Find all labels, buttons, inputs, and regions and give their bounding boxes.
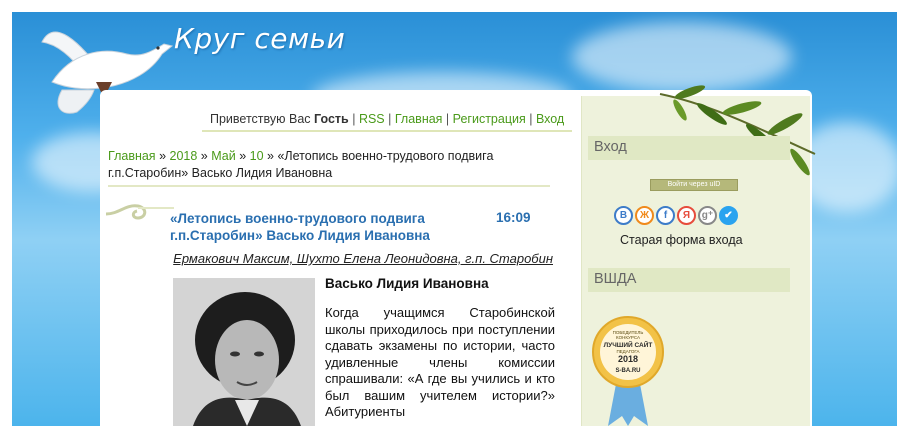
user-bar: Приветствую Вас Гость | RSS | Главная | … xyxy=(202,110,573,132)
uid-login-button[interactable]: Войти через uID xyxy=(650,179,738,191)
google-plus-icon[interactable]: g⁺ xyxy=(698,206,717,225)
breadcrumb-home[interactable]: Главная xyxy=(108,149,156,163)
entry-time: 16:09 xyxy=(496,210,531,225)
badge-line3: ЛУЧШИЙ САЙТ xyxy=(604,340,653,349)
breadcrumb-month[interactable]: Май xyxy=(211,149,236,163)
breadcrumb-separator: » xyxy=(239,149,247,163)
breadcrumb-separator: » xyxy=(200,149,208,163)
entry-authors: Ермакович Максим, Шухто Елена Леонидовна… xyxy=(173,251,553,266)
facebook-icon[interactable]: f xyxy=(656,206,675,225)
breadcrumb-separator: » xyxy=(159,149,167,163)
social-login-row: В Жf Яg⁺ ✔ xyxy=(614,206,738,225)
greeting-text: Приветствую Вас xyxy=(210,112,311,126)
old-login-form-link[interactable]: Старая форма входа xyxy=(620,233,743,247)
award-badge-icon[interactable]: ПОБЕДИТЕЛЬ КОНКУРСА ЛУЧШИЙ САЙТ ПЕДАГОГА… xyxy=(592,306,664,426)
divider xyxy=(108,185,550,187)
separator: | xyxy=(445,112,450,126)
login-link[interactable]: Вход xyxy=(536,112,564,126)
sidebar-heading-vshda: ВШДА xyxy=(588,268,790,292)
site-title[interactable]: Круг семьи xyxy=(174,22,345,55)
breadcrumb-day[interactable]: 10 xyxy=(250,149,264,163)
odnoklassniki-icon[interactable]: Ж xyxy=(635,206,654,225)
register-link[interactable]: Регистрация xyxy=(453,112,526,126)
breadcrumb: Главная » 2018 » Май » 10 » «Летопись во… xyxy=(108,148,558,182)
entry-title[interactable]: «Летопись военно-трудового подвига г.п.С… xyxy=(170,210,470,244)
portrait-photo xyxy=(173,278,315,426)
portrait-image xyxy=(173,278,315,426)
rss-link[interactable]: RSS xyxy=(359,112,385,126)
breadcrumb-separator: » xyxy=(267,149,274,163)
badge-year: 2018 xyxy=(618,354,638,364)
article-body: Когда учащимся Старобинской школы приход… xyxy=(325,305,555,419)
home-link[interactable]: Главная xyxy=(395,112,443,126)
olive-branch-icon xyxy=(659,85,816,176)
swirl-ornament-icon xyxy=(105,204,174,220)
sidebar-heading-login: Вход xyxy=(588,136,790,160)
breadcrumb-year[interactable]: 2018 xyxy=(170,149,198,163)
user-name: Гость xyxy=(314,112,349,126)
badge-site: S-BA.RU xyxy=(616,368,641,374)
separator: | xyxy=(529,112,533,126)
twitter-icon[interactable]: ✔ xyxy=(719,206,738,225)
article-heading: Васько Лидия Ивановна xyxy=(325,276,489,291)
badge-line2: КОНКУРСА xyxy=(616,335,640,340)
separator: | xyxy=(352,112,356,126)
separator: | xyxy=(388,112,392,126)
breadcrumb-current: «Летопись военно-трудового подвига г.п.С… xyxy=(108,149,494,180)
yandex-icon[interactable]: Я xyxy=(677,206,696,225)
vk-icon[interactable]: В xyxy=(614,206,633,225)
